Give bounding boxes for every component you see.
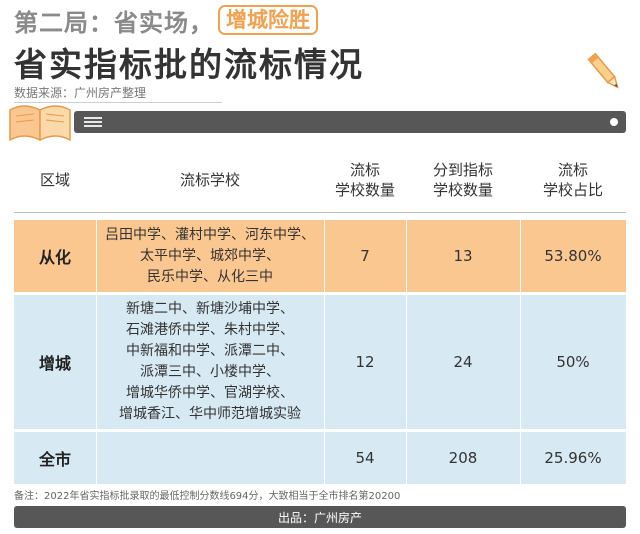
header-ratio: 流标 学校占比 — [542, 161, 603, 199]
header-region: 区域 — [39, 171, 70, 189]
row-assigned-count: 13 — [453, 247, 473, 265]
column-divider — [324, 295, 325, 429]
column-divider — [520, 220, 521, 292]
column-divider — [406, 220, 407, 292]
row-region: 增城 — [38, 354, 71, 373]
footer-credit: 出品：广州房产 — [277, 510, 362, 525]
title-badge: 增城险胜 — [218, 5, 318, 35]
table-row: 全市 54 208 25.96% — [14, 432, 626, 484]
row-failed-count: 54 — [355, 449, 375, 467]
column-divider — [520, 295, 521, 429]
open-book-icon — [9, 105, 71, 142]
row-schools — [96, 432, 324, 484]
row-assigned-count: 208 — [448, 449, 478, 467]
row-failed-count: 12 — [355, 353, 375, 371]
column-divider — [96, 295, 97, 429]
row-ratio: 25.96% — [544, 449, 602, 467]
header-divider — [14, 212, 626, 213]
row-region: 全市 — [38, 450, 71, 469]
window-toolbar — [74, 111, 626, 133]
table-row: 增城 新塘二中、新塘沙埔中学、 石滩港侨中学、朱村中学、 中新福和中学、派潭二中… — [14, 295, 626, 429]
row-schools: 吕田中学、灌村中学、河东中学、 太平中学、城郊中学、 民乐中学、从化三中 — [105, 226, 315, 285]
row-ratio: 53.80% — [544, 247, 602, 265]
table-row: 从化 吕田中学、灌村中学、河东中学、 太平中学、城郊中学、 民乐中学、从化三中 … — [14, 220, 626, 292]
title-prefix: 第二局：省实场， — [14, 8, 214, 37]
column-divider — [406, 295, 407, 429]
row-schools: 新塘二中、新塘沙埔中学、 石滩港侨中学、朱村中学、 中新福和中学、派潭二中、 派… — [119, 301, 301, 422]
row-ratio: 50% — [556, 353, 590, 371]
footnote: 备注：2022年省实指标批录取的最低控制分数线694分，大致相当于全市排名第20… — [14, 491, 401, 502]
column-divider — [96, 432, 97, 484]
page-title: 省实指标批的流标情况 — [14, 45, 364, 84]
row-region: 从化 — [38, 248, 71, 267]
header-schools: 流标学校 — [179, 171, 240, 189]
window-dot-icon — [610, 118, 618, 126]
row-failed-count: 7 — [360, 247, 370, 265]
menu-icon — [84, 117, 102, 127]
header-failed-count: 流标 学校数量 — [334, 161, 395, 199]
column-divider — [520, 432, 521, 484]
column-divider — [324, 220, 325, 292]
column-divider — [324, 432, 325, 484]
header-assigned-count: 分到指标 学校数量 — [432, 161, 493, 199]
title-row: 第二局：省实场， 增城险胜 — [14, 4, 318, 37]
column-divider — [406, 432, 407, 484]
row-assigned-count: 24 — [453, 353, 473, 371]
column-divider — [96, 220, 97, 292]
pencil-icon — [587, 52, 619, 89]
footer-bar: 出品：广州房产 — [14, 506, 626, 528]
